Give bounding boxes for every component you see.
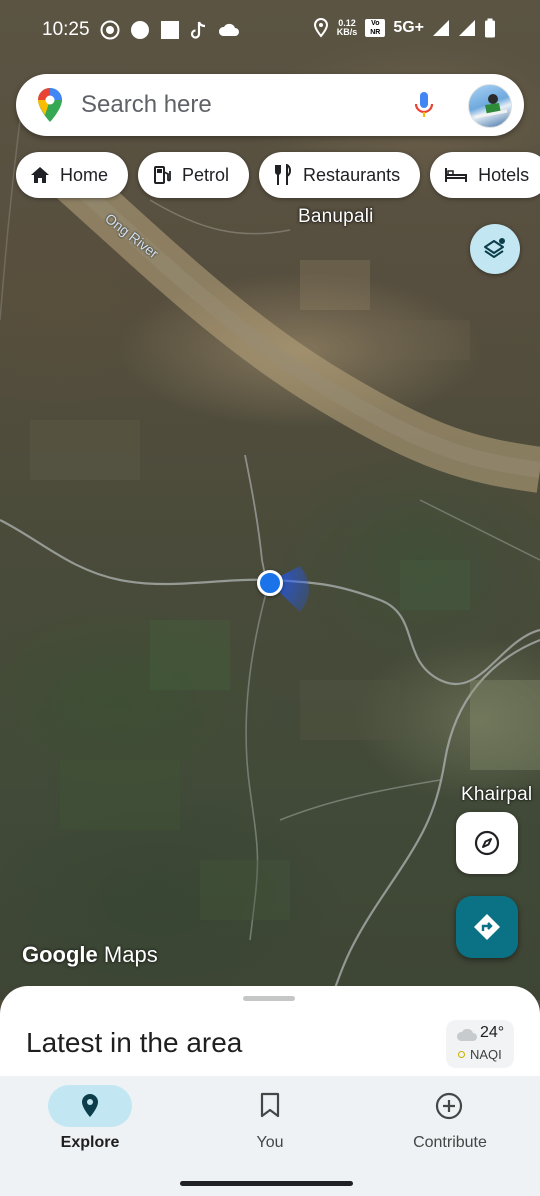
category-chips: Home Petrol Restaurants Hotels: [16, 152, 540, 198]
compass-button[interactable]: [456, 812, 518, 874]
signal-strength-2-icon: [459, 20, 475, 36]
status-bar: 10:25 0.12 KB/s Vo NR 5G+: [0, 0, 540, 62]
microphone-icon[interactable]: [414, 90, 434, 120]
account-avatar[interactable]: [468, 84, 512, 128]
whatsapp-icon: [100, 20, 120, 40]
sheet-drag-handle[interactable]: [243, 996, 295, 1001]
google-maps-watermark: Google Maps: [22, 942, 158, 967]
weather-badge[interactable]: 24° NAQI: [446, 1020, 514, 1068]
chip-hotels[interactable]: Hotels: [430, 152, 540, 198]
my-location-dot[interactable]: [257, 570, 283, 596]
chip-petrol-label: Petrol: [182, 164, 230, 185]
home-icon: [31, 167, 49, 183]
add-circle-icon: [435, 1092, 463, 1120]
gas-station-icon: [154, 166, 171, 184]
circle-notification-icon: [131, 21, 149, 39]
chip-home[interactable]: Home: [16, 152, 129, 198]
bottom-navigation: Explore You Contribute: [0, 1076, 540, 1164]
latest-in-area-title: Latest in the area: [26, 1027, 243, 1058]
chip-petrol[interactable]: Petrol: [138, 152, 250, 198]
chip-home-label: Home: [60, 164, 109, 185]
temperature: 24°: [480, 1024, 505, 1041]
status-time: 10:25: [42, 19, 90, 40]
chip-restaurants-label: Restaurants: [303, 164, 401, 185]
layers-icon: [484, 238, 505, 258]
avatar-image: [474, 94, 508, 119]
directions-button[interactable]: [456, 896, 518, 958]
nav-contribute-label: Contribute: [413, 1134, 487, 1151]
directions-icon: [474, 914, 500, 940]
chip-hotels-label: Hotels: [478, 164, 530, 185]
battery-icon: [485, 18, 495, 38]
home-gesture-bar[interactable]: [180, 1181, 353, 1186]
search-input[interactable]: Search here: [81, 91, 212, 119]
gesture-area: [0, 1164, 540, 1196]
network-type: 5G+: [393, 19, 424, 36]
aqi-status-dot: [458, 1051, 465, 1058]
tiktok-icon: [190, 21, 206, 39]
bed-icon: [445, 168, 468, 182]
nav-explore[interactable]: Explore: [0, 1076, 180, 1164]
explore-pin-icon: [82, 1094, 98, 1117]
search-bar[interactable]: Search here: [16, 74, 524, 136]
aqi-label: NAQI: [470, 1047, 502, 1062]
cloud-icon: [218, 23, 239, 36]
cloudy-weather-icon: [456, 1028, 477, 1041]
nav-you[interactable]: You: [180, 1076, 360, 1164]
chip-restaurants[interactable]: Restaurants: [259, 152, 421, 198]
nav-explore-label: Explore: [60, 1134, 120, 1151]
bookmark-icon: [260, 1092, 280, 1118]
fork-knife-icon: [275, 164, 292, 185]
google-maps-logo-icon: [38, 88, 62, 122]
compass-icon: [474, 830, 500, 856]
nav-you-label: You: [256, 1134, 284, 1151]
square-notification-icon: [161, 21, 179, 39]
network-speed: 0.12 KB/s: [336, 18, 358, 37]
location-status-icon: [313, 18, 328, 38]
maps-screen: Ong River Banupali Khairpal Google Maps …: [0, 0, 540, 1196]
nav-contribute[interactable]: Contribute: [360, 1076, 540, 1164]
volte-badge: Vo NR: [365, 19, 386, 37]
map-layers-button[interactable]: [470, 224, 520, 274]
signal-strength-icon: [433, 20, 449, 36]
